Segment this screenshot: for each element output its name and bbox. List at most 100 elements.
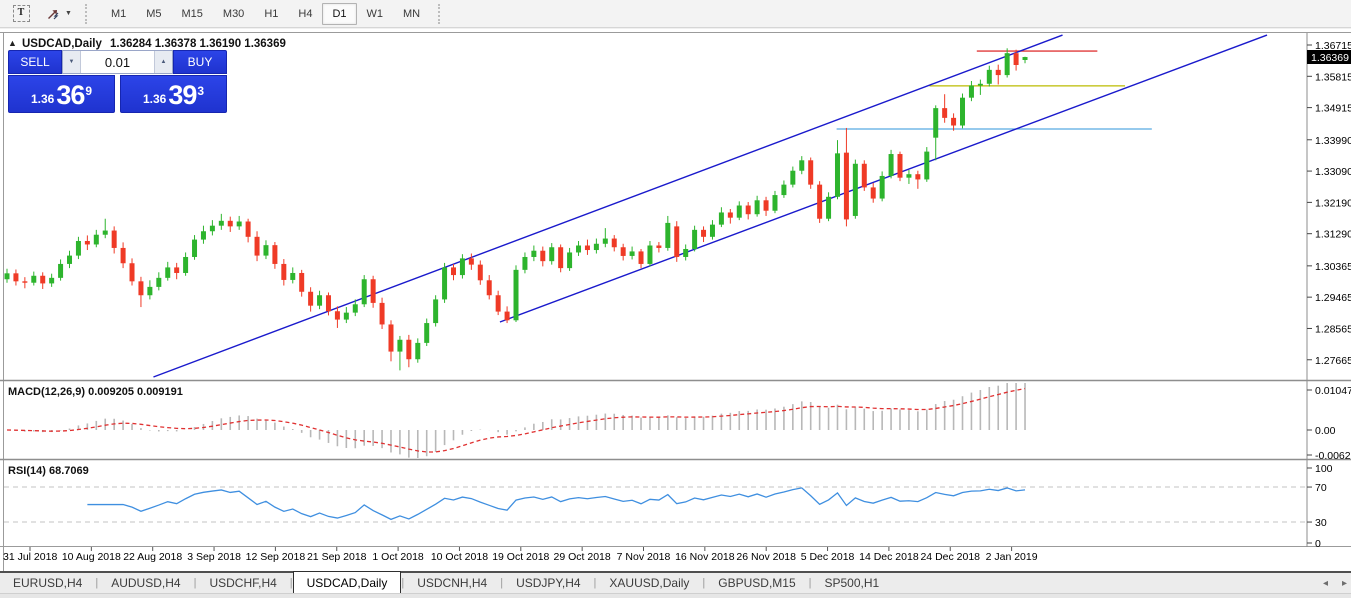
current-price-value: 1.36369 <box>1311 52 1349 64</box>
candle-body <box>138 281 144 296</box>
buy-quote[interactable]: 1.36 39 3 <box>120 75 227 113</box>
rsi-axis-label: 100 <box>1315 463 1333 475</box>
candle-body <box>477 264 483 281</box>
candle-body <box>638 251 644 264</box>
candle-body <box>674 226 680 257</box>
arrows-icon <box>48 9 59 19</box>
tab-gbpusd-m15[interactable]: GBPUSD,M15 <box>705 573 808 593</box>
candle-body <box>933 108 939 138</box>
chevron-down-icon: ▼ <box>65 10 72 17</box>
candle-body <box>290 272 296 280</box>
sell-price-base: 1.36 <box>30 92 55 106</box>
candle-body <box>701 229 707 237</box>
arrows-tool-button[interactable]: ▼ <box>40 2 77 26</box>
candle-body <box>754 200 760 215</box>
candle-body <box>915 174 921 180</box>
date-axis-label: 5 Dec 2018 <box>801 551 855 563</box>
candle-body <box>343 312 349 320</box>
sell-quote[interactable]: 1.36 36 9 <box>8 75 115 113</box>
candle-body <box>567 252 573 269</box>
candle-body <box>504 311 510 321</box>
candle-body <box>540 250 546 262</box>
candle-body <box>852 163 858 216</box>
candle-body <box>977 83 983 86</box>
timeframe-button-m1[interactable]: M1 <box>101 3 136 25</box>
chart-scroll-marker-icon[interactable]: ▲ <box>8 38 17 48</box>
timeframe-button-h4[interactable]: H4 <box>288 3 322 25</box>
timeframe-button-d1[interactable]: D1 <box>322 2 357 25</box>
buy-button[interactable]: BUY <box>173 50 227 74</box>
toolbar-grip-2[interactable] <box>438 3 447 24</box>
date-axis-label: 10 Aug 2018 <box>62 551 121 563</box>
tab-sp500-h1[interactable]: SP500,H1 <box>812 573 893 593</box>
buy-price-pips: 39 <box>168 80 197 110</box>
candle-body <box>736 205 742 218</box>
tab-eurusd-h4[interactable]: EURUSD,H4 <box>0 573 95 593</box>
date-axis-label: 19 Oct 2018 <box>492 551 549 563</box>
candle-body <box>656 245 662 248</box>
candle-body <box>254 236 260 256</box>
timeframe-button-m15[interactable]: M15 <box>172 3 213 25</box>
date-axis-label: 14 Dec 2018 <box>859 551 919 563</box>
candle-body <box>58 263 64 278</box>
candle-body <box>584 245 590 251</box>
toolbar-grip[interactable] <box>84 3 94 24</box>
candle-body <box>808 160 814 185</box>
candle-body <box>593 243 599 251</box>
chart-title-ohlc: 1.36284 1.36378 1.36190 1.36369 <box>110 38 286 50</box>
tab-xauusd-daily[interactable]: XAUUSD,Daily <box>596 573 702 593</box>
candle-body <box>31 275 37 283</box>
candle-body <box>227 220 233 227</box>
candle-body <box>424 323 430 343</box>
candle-body <box>111 230 117 248</box>
price-axis-label: 1.27665 <box>1315 355 1351 367</box>
candle-body <box>308 291 314 306</box>
volume-decrease-button[interactable]: ▼ <box>63 51 81 73</box>
date-axis-label: 21 Sep 2018 <box>307 551 367 563</box>
tab-scroll-left-icon[interactable]: ◂ <box>1323 578 1328 589</box>
date-axis-label: 3 Sep 2018 <box>187 551 241 563</box>
candle-body <box>397 339 403 352</box>
tab-usdjpy-h4[interactable]: USDJPY,H4 <box>503 573 593 593</box>
buy-price-base: 1.36 <box>142 92 167 106</box>
tab-usdcad-daily[interactable]: USDCAD,Daily <box>292 571 402 593</box>
candle-body <box>200 231 206 240</box>
candle-body <box>4 273 10 280</box>
toolbar: T ▼ M1 M5 M15 M30 H1 H4 D1 W1 MN <box>0 0 1351 28</box>
candle-body <box>236 221 242 227</box>
candle-body <box>486 280 492 296</box>
volume-increase-button[interactable]: ▲ <box>154 51 172 73</box>
candle-body <box>692 229 698 249</box>
candle-body <box>826 196 832 219</box>
status-strip <box>0 593 1351 598</box>
volume-input[interactable]: 0.01 <box>81 51 154 73</box>
timeframe-button-m30[interactable]: M30 <box>213 3 254 25</box>
rsi-axis-label: 0 <box>1315 538 1321 550</box>
sell-button[interactable]: SELL <box>8 50 62 74</box>
tab-scroll-right-icon[interactable]: ▸ <box>1342 578 1347 589</box>
tab-usdcnh-h4[interactable]: USDCNH,H4 <box>404 573 500 593</box>
candle-body <box>995 69 1001 76</box>
candle-body <box>299 272 305 292</box>
candle-body <box>442 267 448 300</box>
text-tool-button[interactable]: T <box>4 2 38 26</box>
candle-body <box>433 299 439 324</box>
candle-body <box>906 174 912 178</box>
candle-body <box>888 154 894 176</box>
timeframe-button-mn[interactable]: MN <box>393 3 430 25</box>
timeframe-button-h1[interactable]: H1 <box>254 3 288 25</box>
tab-audusd-h4[interactable]: AUDUSD,H4 <box>98 573 193 593</box>
tab-usdchf-h4[interactable]: USDCHF,H4 <box>196 573 289 593</box>
candle-body <box>415 342 421 360</box>
candle-body <box>709 224 715 237</box>
candle-body <box>718 212 724 225</box>
candle-body <box>102 230 108 235</box>
macd-axis-label: 0.00 <box>1315 425 1336 437</box>
price-axis-label: 1.34915 <box>1315 103 1351 115</box>
candle-body <box>120 247 126 264</box>
candle-body <box>334 311 340 320</box>
candle-body <box>629 251 635 256</box>
timeframe-button-w1[interactable]: W1 <box>357 3 394 25</box>
timeframe-button-m5[interactable]: M5 <box>136 3 171 25</box>
candle-body <box>147 286 153 296</box>
